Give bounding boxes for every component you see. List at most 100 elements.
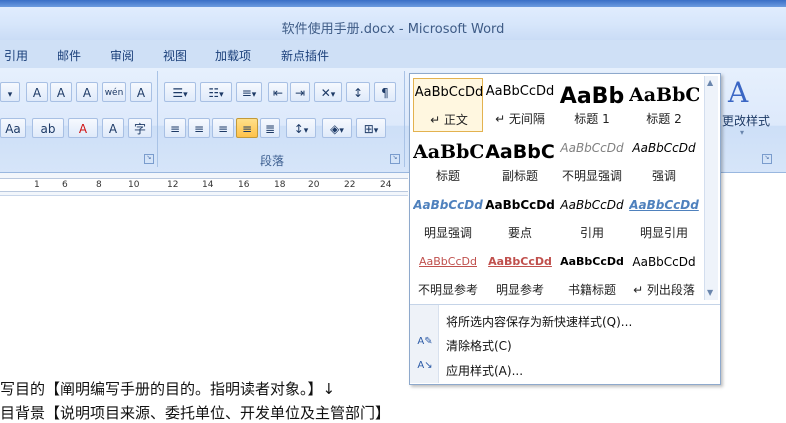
ruler-tick: 10 — [128, 180, 140, 190]
style-sample: AaBbC — [413, 141, 483, 163]
paragraph-dialog-launcher[interactable]: ↘ — [390, 154, 400, 164]
justify-icon: ≡ — [241, 122, 253, 136]
styles-dialog-launcher[interactable]: ↘ — [762, 154, 772, 164]
style-sample: AaBbCcDd — [488, 255, 552, 268]
font-color-button[interactable]: A — [68, 118, 98, 138]
style-name: 明显强调 — [423, 226, 472, 240]
tab-xindian-plugin[interactable]: 新点插件 — [281, 47, 329, 64]
style-cell[interactable]: AaBbCcDd 不明显参考 — [413, 249, 483, 303]
save-style-icon — [416, 312, 434, 328]
style-sample: AaBbCcDd — [632, 255, 696, 269]
style-sample: AaBbCcDd — [413, 198, 483, 212]
style-sample: AaBbCcDd — [485, 198, 555, 212]
char-border-button[interactable]: A — [130, 82, 152, 102]
justify-button[interactable]: ≡ — [236, 118, 258, 138]
style-name: 明显参考 — [495, 283, 544, 297]
style-cell[interactable]: AaBbCcDd ↵ 列出段落 — [629, 249, 699, 303]
apply-styles-item[interactable]: 应用样式(A)... — [446, 362, 523, 379]
grow-font-button[interactable]: A — [26, 82, 48, 102]
change-styles-icon: A — [728, 76, 749, 109]
clear-format-button[interactable]: A — [76, 82, 98, 102]
line-spacing-button[interactable]: ↕▾ — [286, 118, 316, 138]
align-right-button[interactable]: ≡ — [212, 118, 234, 138]
font-dialog-launcher[interactable]: ↘ — [144, 154, 154, 164]
show-marks-button[interactable]: ¶ — [374, 82, 396, 102]
align-left-icon: ≡ — [169, 122, 181, 136]
tab-references[interactable]: 引用 — [4, 47, 28, 64]
group-separator — [404, 71, 405, 167]
style-cell[interactable]: AaBbC 副标题 — [485, 135, 555, 189]
ruler-scale: 1 6 8 10 12 14 16 18 20 22 24 — [0, 178, 408, 192]
tab-view[interactable]: 视图 — [163, 47, 187, 64]
quick-styles-gallery: AaBbCcDd ↵ 正文 AaBbCcDd ↵ 无间隔 AaBb 标题 1 AaBbC 标题… — [409, 73, 721, 385]
style-sample: AaBbCcDd — [414, 85, 484, 100]
tab-review[interactable]: 审阅 — [110, 47, 134, 64]
paragraph-mark-icon: ¶ — [381, 86, 389, 100]
gallery-scrollbar[interactable]: ▲ ▼ — [704, 76, 718, 300]
style-name: 明显引用 — [639, 226, 688, 240]
bullets-button[interactable]: ☰▾ — [164, 82, 196, 102]
style-cell[interactable]: AaBbCcDd 书籍标题 — [557, 249, 627, 303]
style-cell[interactable]: AaBbCcDd 引用 — [557, 192, 627, 246]
scroll-up-icon[interactable]: ▲ — [707, 78, 713, 87]
font-size-dropdown[interactable]: ▾ — [0, 82, 20, 102]
style-cell[interactable]: AaBbCcDd 不明显强调 — [557, 135, 627, 189]
shrink-font-button[interactable]: A — [50, 82, 72, 102]
horizontal-ruler[interactable]: 1 6 8 10 12 14 16 18 20 22 24 — [0, 173, 408, 196]
group-separator — [157, 71, 158, 167]
borders-icon: ⊞ — [363, 122, 374, 136]
style-sample: AaBbCcDd — [629, 198, 699, 212]
line-spacing-icon: ↕ — [293, 122, 304, 136]
style-name: ↵ 列出段落 — [633, 283, 695, 297]
style-cell[interactable]: AaBbCcDd 明显强调 — [413, 192, 483, 246]
style-cell[interactable]: AaBbC 标题 — [413, 135, 483, 189]
increase-indent-button[interactable]: ⇥ — [290, 82, 310, 102]
ruler-tick: 24 — [380, 180, 392, 190]
decrease-indent-icon: ⇤ — [272, 86, 284, 100]
align-left-button[interactable]: ≡ — [164, 118, 186, 138]
ruler-tick: 22 — [344, 180, 356, 190]
style-cell[interactable]: AaBbCcDd ↵ 正文 — [413, 78, 483, 132]
scroll-down-icon[interactable]: ▼ — [707, 288, 713, 297]
style-name: 强调 — [651, 169, 676, 183]
tab-addins[interactable]: 加载项 — [215, 47, 251, 64]
borders-button[interactable]: ⊞▾ — [356, 118, 386, 138]
multilevel-list-icon: ≡ — [241, 86, 252, 100]
change-case-button[interactable]: Aa — [0, 118, 26, 138]
shading-button[interactable]: ◈▾ — [322, 118, 352, 138]
distributed-button[interactable]: ≣ — [260, 118, 280, 138]
highlight-button[interactable]: ab — [32, 118, 64, 138]
phonetic-guide-button[interactable]: wén — [102, 82, 126, 102]
style-cell[interactable]: AaBb 标题 1 — [557, 78, 627, 132]
gallery-separator — [410, 304, 720, 305]
style-cell[interactable]: AaBbC 标题 2 — [629, 78, 699, 132]
numbering-button[interactable]: ☷▾ — [200, 82, 232, 102]
style-cell[interactable]: AaBbCcDd 明显引用 — [629, 192, 699, 246]
multilevel-list-button[interactable]: ≡▾ — [236, 82, 262, 102]
char-shading-button[interactable]: A — [102, 118, 124, 138]
tab-mailings[interactable]: 邮件 — [57, 47, 81, 64]
style-name: 副标题 — [501, 169, 538, 183]
chinese-layout-button[interactable]: ✕▾ — [314, 82, 342, 102]
ruler-tick: 20 — [308, 180, 320, 190]
style-name: ↵ 无间隔 — [495, 112, 545, 126]
document-line[interactable]: 写目的【阐明编写手册的目的。指明读者对象。】↓ — [0, 378, 335, 399]
style-cell[interactable]: AaBbCcDd 明显参考 — [485, 249, 555, 303]
style-sample: AaBb — [559, 84, 625, 108]
increase-indent-icon: ⇥ — [294, 86, 306, 100]
clear-formatting-item[interactable]: 清除格式(C) — [446, 337, 512, 354]
style-cell[interactable]: AaBbCcDd 要点 — [485, 192, 555, 246]
ruler-tick: 18 — [274, 180, 286, 190]
decrease-indent-button[interactable]: ⇤ — [268, 82, 288, 102]
style-cell[interactable]: AaBbCcDd 强调 — [629, 135, 699, 189]
style-sample: AaBbCcDd — [560, 198, 624, 212]
enclose-chars-button[interactable]: 字 — [128, 118, 152, 138]
document-line[interactable]: 目背景【说明项目来源、委托单位、开发单位及主管部门】 — [0, 402, 390, 423]
save-as-quick-style-item[interactable]: 将所选内容保存为新快速样式(Q)... — [446, 313, 632, 330]
sort-button[interactable]: ↕ — [346, 82, 370, 102]
style-cell[interactable]: AaBbCcDd ↵ 无间隔 — [485, 78, 555, 132]
style-sample: AaBbC — [485, 141, 555, 163]
style-name: 引用 — [579, 226, 604, 240]
align-center-button[interactable]: ≡ — [188, 118, 210, 138]
change-styles-button[interactable]: A 更改样式 ▾ — [720, 74, 780, 164]
